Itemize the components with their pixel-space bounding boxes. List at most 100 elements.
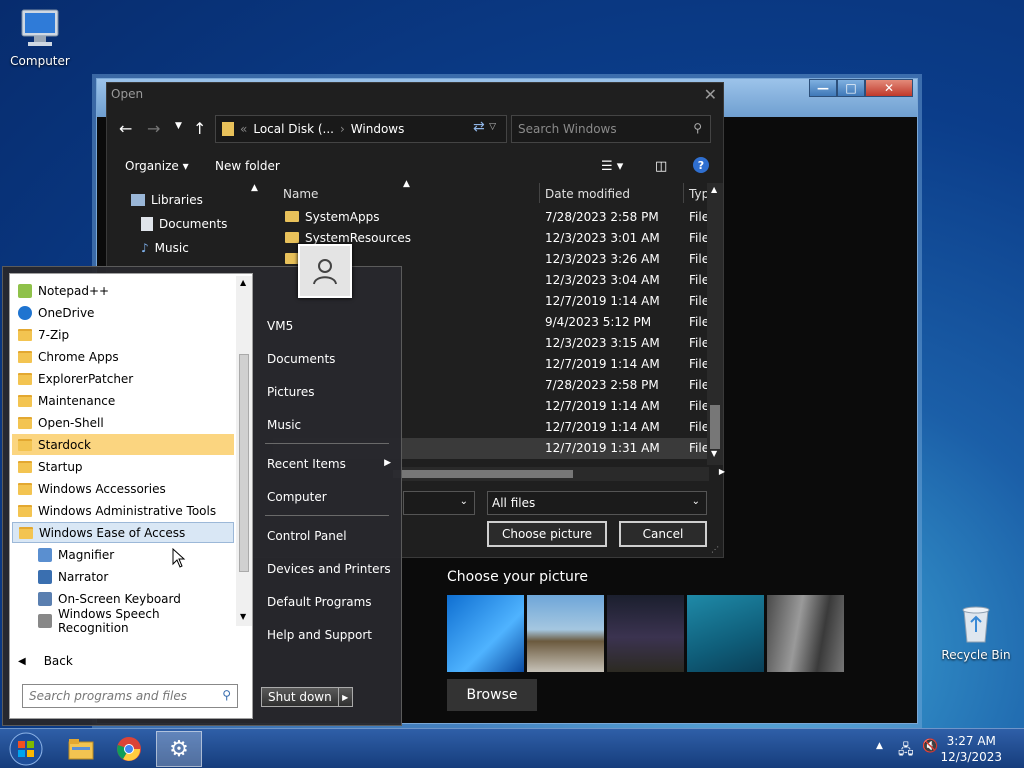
picture-thumb-3[interactable] [607, 595, 684, 672]
program-item[interactable]: Stardock [12, 434, 234, 455]
nav-documents[interactable]: Documents [141, 217, 227, 231]
network-icon[interactable]: 🖧 [898, 739, 914, 763]
picture-thumb-5[interactable] [767, 595, 844, 672]
start-pictures[interactable]: Pictures [267, 385, 315, 399]
cancel-button[interactable]: Cancel [619, 521, 707, 547]
help-icon[interactable]: ? [693, 157, 709, 173]
scroll-down-icon[interactable]: ▼ [711, 449, 717, 458]
breadcrumb-local-disk[interactable]: Local Disk (... [253, 122, 334, 136]
scroll-down-icon[interactable]: ▼ [240, 612, 246, 621]
command-toolbar: Organize ▾ New folder ☰ ▾ ◫ ? [107, 151, 723, 181]
computer-icon [18, 8, 62, 50]
notepad-icon [18, 283, 32, 298]
breadcrumb-windows[interactable]: Windows [351, 122, 405, 136]
start-user-name[interactable]: VM5 [267, 319, 293, 333]
picture-thumb-2[interactable] [527, 595, 604, 672]
start-computer[interactable]: Computer [267, 490, 327, 504]
back-button[interactable]: ◀ Back [18, 654, 73, 668]
close-icon[interactable]: ✕ [704, 85, 717, 104]
organize-button[interactable]: Organize ▾ [125, 159, 189, 173]
new-folder-button[interactable]: New folder [215, 159, 280, 173]
program-label: Windows Speech Recognition [58, 606, 160, 635]
program-item[interactable]: Notepad++ [12, 280, 234, 301]
search-input[interactable]: Search Windows ⚲ [511, 115, 711, 143]
search-icon: ⚲ [693, 121, 702, 135]
submenu-arrow-icon: ▶ [384, 458, 391, 468]
file-type-filter[interactable]: All files ⌄ [487, 491, 707, 515]
sort-ascending-icon: ▲ [403, 179, 410, 189]
desktop-icon-recycle-bin[interactable]: Recycle Bin [936, 602, 1016, 662]
start-recent-items[interactable]: Recent Items ▶ [267, 457, 391, 471]
desktop-icon-computer[interactable]: Computer [0, 8, 80, 68]
start-control-panel[interactable]: Control Panel [267, 529, 347, 543]
minimize-button[interactable]: — [809, 79, 837, 97]
picture-thumb-4[interactable] [687, 595, 764, 672]
table-row[interactable]: SystemApps 7/28/2023 2:58 PM File [273, 207, 713, 228]
shutdown-options-icon[interactable]: ▶ [337, 688, 352, 706]
view-options-icon[interactable]: ☰ ▾ [601, 159, 623, 174]
program-item[interactable]: Narrator [12, 566, 234, 587]
program-item[interactable]: Windows Accessories [12, 478, 234, 499]
file-date: 12/3/2023 3:15 AM [545, 336, 660, 350]
show-hidden-icons-icon[interactable]: ▲ [876, 741, 883, 751]
volume-muted-icon[interactable]: 🔇 [922, 739, 938, 754]
start-button[interactable] [4, 731, 48, 767]
system-clock[interactable]: 3:27 AM 12/3/2023 [940, 733, 1002, 765]
choose-picture-button[interactable]: Choose picture [487, 521, 607, 547]
cloud-icon [18, 305, 32, 320]
start-search-input[interactable]: Search programs and files ⚲ [22, 684, 238, 708]
vertical-scrollbar[interactable]: ▲ ▼ [707, 183, 723, 465]
column-date-modified[interactable]: Date modified [545, 187, 630, 201]
address-dropdown-icon[interactable]: ▽ [489, 122, 496, 132]
scroll-up-icon[interactable]: ▲ [251, 183, 258, 193]
scroll-thumb[interactable] [710, 405, 720, 449]
program-item[interactable]: ExplorerPatcher [12, 368, 234, 389]
close-button[interactable]: ✕ [865, 79, 913, 97]
picture-thumb-1[interactable] [447, 595, 524, 672]
libraries-icon [131, 194, 145, 206]
start-music[interactable]: Music [267, 418, 301, 432]
back-arrow-icon[interactable]: ← [119, 119, 132, 138]
program-item[interactable]: Chrome Apps [12, 346, 234, 367]
scroll-thumb[interactable] [239, 354, 249, 572]
browse-button[interactable]: Browse [447, 679, 537, 711]
scroll-up-icon[interactable]: ▲ [711, 185, 717, 194]
program-item[interactable]: Magnifier [12, 544, 234, 565]
nav-libraries[interactable]: Libraries [131, 193, 203, 207]
program-item[interactable]: Maintenance [12, 390, 234, 411]
chevron-down-icon: ⌄ [459, 496, 468, 507]
refresh-icon[interactable]: ⇄ [473, 119, 485, 135]
folder-icon [222, 122, 234, 136]
program-item[interactable]: Windows Speech Recognition [12, 607, 234, 635]
preview-pane-icon[interactable]: ◫ [655, 159, 667, 174]
user-avatar[interactable] [298, 244, 352, 298]
maximize-button[interactable]: □ [837, 79, 865, 97]
address-bar[interactable]: « Local Disk (... › Windows ▽ [215, 115, 507, 143]
start-documents[interactable]: Documents [267, 352, 335, 366]
start-help-support[interactable]: Help and Support [267, 628, 372, 642]
program-item[interactable]: Windows Ease of Access [12, 522, 234, 543]
scroll-right-icon[interactable]: ▶ [719, 467, 725, 476]
taskbar-settings[interactable]: ⚙ [156, 731, 202, 767]
program-item[interactable]: OneDrive [12, 302, 234, 323]
up-arrow-icon[interactable]: ↑ [193, 119, 206, 138]
nav-music[interactable]: ♪ Music [141, 241, 189, 255]
taskbar-chrome[interactable] [106, 731, 152, 767]
scroll-up-icon[interactable]: ▲ [240, 278, 246, 287]
program-item[interactable]: Startup [12, 456, 234, 477]
resize-grip-icon[interactable]: ⋰ [711, 545, 719, 554]
column-name[interactable]: Name [283, 187, 318, 201]
chevron-down-icon[interactable]: ▼ [175, 121, 182, 131]
program-item[interactable]: Open-Shell [12, 412, 234, 433]
program-item[interactable]: Windows Administrative Tools [12, 500, 234, 521]
taskbar-file-explorer[interactable] [58, 731, 104, 767]
filename-dropdown[interactable]: ⌄ [403, 491, 475, 515]
scroll-thumb[interactable] [393, 470, 573, 478]
program-item[interactable]: 7-Zip [12, 324, 234, 345]
programs-scrollbar[interactable]: ▲ ▼ [236, 276, 252, 626]
forward-arrow-icon[interactable]: → [147, 119, 160, 138]
program-label: Narrator [58, 569, 109, 584]
start-default-programs[interactable]: Default Programs [267, 595, 372, 609]
shutdown-button[interactable]: Shut down ▶ [261, 687, 353, 707]
start-devices-printers[interactable]: Devices and Printers [267, 562, 391, 576]
